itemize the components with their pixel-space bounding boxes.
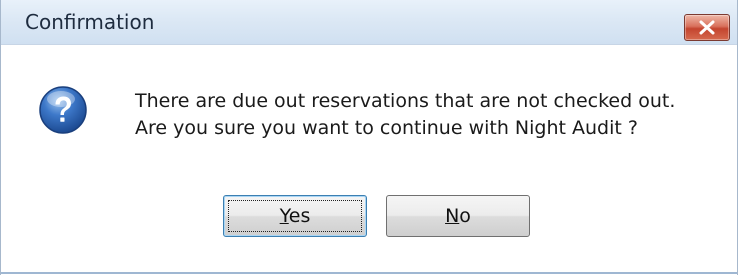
yes-button[interactable]: Yes [223,195,367,237]
dialog-body: There are due out reservations that are … [1,44,737,274]
message-line-1: There are due out reservations that are … [135,90,676,112]
message-line-2: Are you sure you want to continue with N… [135,117,638,139]
question-icon [39,86,87,134]
dialog-title: Confirmation [25,10,155,34]
yes-mnemonic: Y [279,205,289,227]
confirmation-dialog: Confirmation There are due out reservati… [0,0,738,275]
no-label-rest: o [459,205,471,227]
no-button-label: No [387,205,529,227]
dialog-message: There are due out reservations that are … [135,88,675,142]
yes-button-label: Yes [224,205,366,227]
window-bottom-border [1,272,737,274]
close-button[interactable] [684,14,730,41]
title-bar[interactable]: Confirmation [1,0,737,44]
yes-label-rest: es [288,205,311,227]
no-button[interactable]: No [386,195,530,237]
close-icon [699,20,715,35]
no-mnemonic: N [445,205,460,227]
